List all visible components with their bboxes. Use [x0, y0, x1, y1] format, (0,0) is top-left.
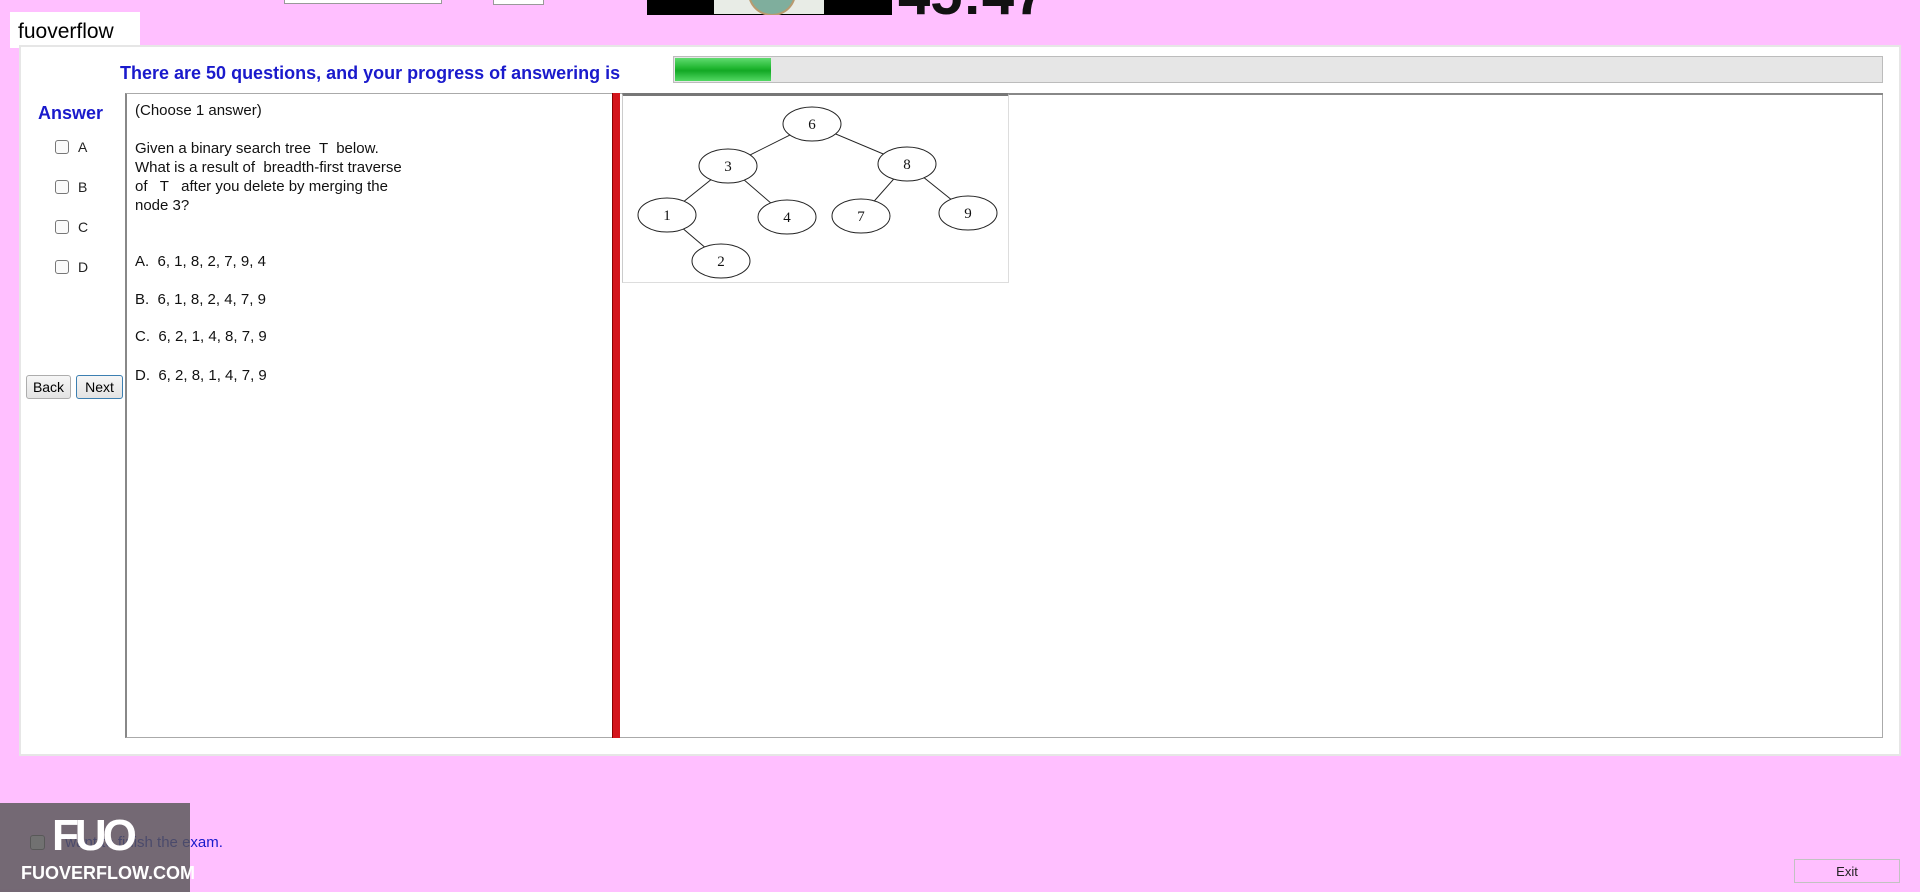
watermark-logo: FUO: [52, 811, 137, 860]
checkbox-icon[interactable]: [55, 180, 69, 194]
tree-node-label: 9: [964, 206, 972, 222]
choice-a-text: A. 6, 1, 8, 2, 7, 9, 4: [135, 253, 266, 270]
answer-option-b[interactable]: B: [55, 178, 87, 196]
tree-node-label: 1: [663, 208, 671, 224]
binary-search-tree: 6 3 8 1 4 7 9 2: [637, 106, 998, 279]
top-input[interactable]: [284, 0, 442, 4]
question-stem-line: node 3?: [135, 197, 190, 214]
top-input-small[interactable]: [493, 0, 544, 5]
answer-option-d[interactable]: D: [55, 258, 88, 276]
exam-timer: 45:47: [898, 0, 1046, 24]
checkbox-icon[interactable]: [55, 220, 69, 234]
answer-option-c[interactable]: C: [55, 218, 88, 236]
tree-node-label: 7: [857, 209, 865, 225]
image-pane-border: [1009, 93, 1883, 95]
candidate-photo: [647, 0, 892, 15]
tree-node-label: 2: [717, 254, 725, 270]
brand-label: fuoverflow: [10, 12, 140, 48]
checkbox-icon[interactable]: [55, 140, 69, 154]
answer-title: Answer: [38, 103, 104, 123]
tree-node-label: 8: [903, 157, 911, 173]
checkbox-icon[interactable]: [55, 260, 69, 274]
watermark: FUO FUOVERFLOW.COM: [0, 803, 195, 892]
tree-node-label: 4: [783, 210, 791, 226]
question-instruction: (Choose 1 answer): [135, 102, 262, 119]
tree-node-label: 3: [724, 159, 732, 175]
progress-label: There are 50 questions, and your progres…: [120, 63, 621, 83]
exit-button[interactable]: Exit: [1794, 859, 1900, 883]
watermark-site: FUOVERFLOW.COM: [21, 863, 195, 883]
question-stem-line: Given a binary search tree T below.: [135, 140, 379, 157]
progress-bar-fill: [675, 58, 771, 81]
back-button[interactable]: Back: [26, 375, 71, 399]
tree-diagram: 6 3 8 1 4 7 9 2: [622, 93, 1009, 283]
choice-b-text: B. 6, 1, 8, 2, 4, 7, 9: [135, 291, 266, 308]
choice-d-text: D. 6, 2, 8, 1, 4, 7, 9: [135, 367, 267, 384]
choice-c-text: C. 6, 2, 1, 4, 8, 7, 9: [135, 328, 267, 345]
pane-splitter[interactable]: [612, 93, 620, 738]
progress-bar: [673, 56, 1883, 83]
question-stem-line: of T after you delete by merging the: [135, 178, 388, 195]
answer-option-a[interactable]: A: [55, 138, 87, 156]
tree-node-label: 6: [808, 117, 816, 133]
next-button[interactable]: Next: [76, 375, 123, 399]
question-stem-line: What is a result of breadth-first traver…: [135, 159, 402, 176]
